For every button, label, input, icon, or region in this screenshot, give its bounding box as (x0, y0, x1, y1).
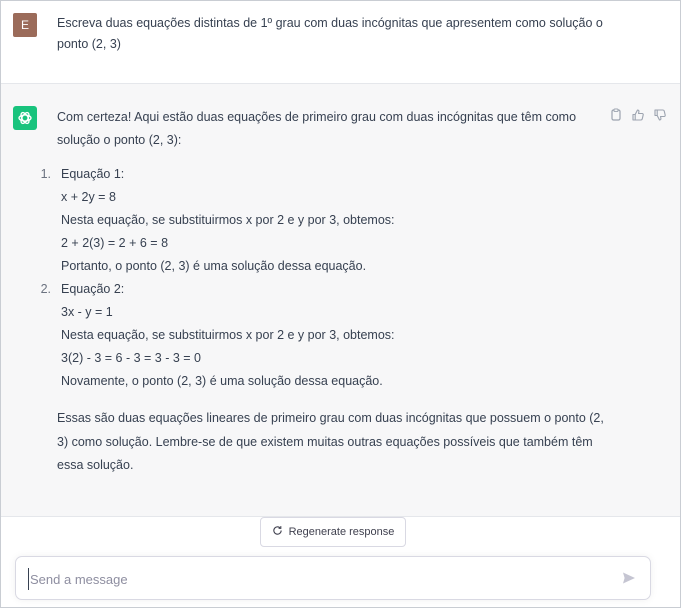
chatgpt-logo-icon (13, 106, 37, 130)
user-message-row: E Escreva duas equações distintas de 1º … (1, 1, 680, 84)
item-line: 3(2) - 3 = 6 - 3 = 3 - 3 = 0 (61, 351, 202, 365)
item-line: 2 + 2(3) = 2 + 6 = 8 (61, 236, 169, 250)
item-title: Equação 1: (61, 167, 125, 181)
refresh-icon (272, 525, 283, 539)
chat-window: E Escreva duas equações distintas de 1º … (0, 0, 681, 608)
user-avatar: E (13, 13, 37, 37)
assistant-message-text: Com certeza! Aqui estão duas equações de… (41, 106, 617, 478)
item-title: Equação 2: (61, 282, 125, 296)
list-number: 1. (40, 167, 51, 181)
item-line: Novamente, o ponto (2, 3) é uma solução … (61, 374, 383, 388)
list-number: 2. (40, 282, 51, 296)
send-icon[interactable] (621, 570, 639, 588)
thumbs-down-icon[interactable] (653, 108, 667, 122)
composer (15, 556, 651, 600)
regenerate-label: Regenerate response (288, 526, 395, 538)
assistant-outro: Essas são duas equações lineares de prim… (57, 411, 604, 472)
assistant-message-row: Com certeza! Aqui estão duas equações de… (1, 84, 680, 517)
item-line: Portanto, o ponto (2, 3) é uma solução d… (61, 259, 367, 273)
list-item: 1. Equação 1: x + 2y = 8 Nesta equação, … (41, 163, 617, 278)
thumbs-up-icon[interactable] (631, 108, 645, 122)
regenerate-button[interactable]: Regenerate response (260, 517, 406, 547)
message-input[interactable] (28, 568, 592, 590)
item-line: Nesta equação, se substituirmos x por 2 … (61, 328, 395, 342)
item-line: x + 2y = 8 (61, 190, 116, 204)
user-message-text: Escreva duas equações distintas de 1º gr… (57, 16, 603, 51)
message-actions (609, 108, 671, 124)
item-line: Nesta equação, se substituirmos x por 2 … (61, 213, 395, 227)
equation-list: 1. Equação 1: x + 2y = 8 Nesta equação, … (41, 163, 617, 393)
list-item: 2. Equação 2: 3x - y = 1 Nesta equação, … (41, 278, 617, 393)
item-line: 3x - y = 1 (61, 305, 113, 319)
assistant-intro: Com certeza! Aqui estão duas equações de… (57, 110, 577, 147)
